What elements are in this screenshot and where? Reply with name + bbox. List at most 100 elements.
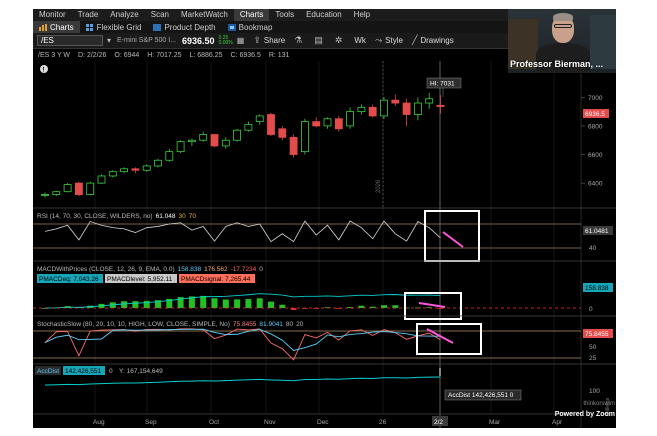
macd-histogram-bar xyxy=(392,305,399,308)
candle-body xyxy=(97,175,106,184)
tab-bookmap[interactable]: Bookmap xyxy=(222,21,279,33)
watermark: thinkorswim Powered by Zoom xyxy=(545,401,615,421)
symbol-dropdown-icon[interactable]: ▾ xyxy=(107,36,111,45)
symbol-input[interactable]: /ES xyxy=(37,35,103,46)
flask-icon: ⚗ xyxy=(294,35,303,45)
pmacd-eq-label: PMACDeq: 7,043.26 xyxy=(39,276,99,283)
chart-title: /ES 3 Y W xyxy=(38,52,71,59)
candle-body xyxy=(255,115,264,123)
style-label: Style xyxy=(385,36,403,45)
time-label: Nov xyxy=(264,419,276,426)
menu-scan[interactable]: Scan xyxy=(145,9,175,21)
timeframe-button[interactable]: Wk xyxy=(354,36,366,45)
pmacd-level-label: PMACDlevel: 5,952.11 xyxy=(107,276,173,283)
studies-button[interactable]: ⚗ xyxy=(294,35,305,46)
candle-body xyxy=(380,99,388,117)
bar-range: R: 131 xyxy=(268,52,290,59)
settings-button[interactable]: ✲ xyxy=(335,35,346,46)
menu-monitor[interactable]: Monitor xyxy=(33,9,72,21)
change-percent: 0.00% xyxy=(218,39,233,46)
price-change: 0.25 0.00% xyxy=(218,35,233,46)
candle-body xyxy=(300,121,309,153)
macd-annotation-stroke xyxy=(418,302,446,308)
macd-histogram-bar xyxy=(256,298,263,308)
trading-app-window: Monitor Trade Analyze Scan MarketWatch Charts… xyxy=(33,9,616,428)
macd-histogram-bar xyxy=(268,301,274,308)
macd-tick: 0 xyxy=(589,306,593,313)
bar-close: C: 6936.5 xyxy=(230,52,261,59)
menu-help[interactable]: Help xyxy=(348,9,376,21)
layout-button[interactable]: ▤ xyxy=(314,35,326,46)
bar-high: H: 7017.25 xyxy=(147,52,182,59)
tab-charts[interactable]: Charts xyxy=(33,21,80,33)
rsi-header: RSI (14, 70, 30, CLOSE, WILDERS, no) 61.0… xyxy=(37,213,196,220)
webcam-overlay: Professor Bierman, ... xyxy=(508,9,616,73)
stoch-d-line xyxy=(44,328,441,351)
macd-histogram-bar xyxy=(381,305,387,308)
macd-panel[interactable]: MACDWithPrices (CLOSE, 12, 26, 9, EMA, 0… xyxy=(33,266,616,320)
menu-charts[interactable]: Charts xyxy=(233,9,270,21)
menu-marketwatch[interactable]: MarketWatch xyxy=(175,9,234,21)
tab-label: Charts xyxy=(50,22,74,32)
candle-body xyxy=(267,114,275,135)
stoch-tick-50: 50 xyxy=(589,344,597,351)
year-marker: 2026 xyxy=(376,179,382,193)
macd-header: MACDWithPrices (CLOSE, 12, 26, 9, EMA, 0… xyxy=(37,266,263,273)
macd-histogram-bar xyxy=(200,295,207,308)
macd-histogram-bar xyxy=(222,299,229,308)
chart-area[interactable]: 2026 ! HI: 7031 72007000680066006400 693… xyxy=(33,61,616,428)
candle-body xyxy=(413,102,422,115)
candle-body xyxy=(233,129,242,141)
tab-label: Flexible Grid xyxy=(96,22,142,32)
candle-body xyxy=(278,128,287,138)
macd-value: 158.838 xyxy=(178,266,202,273)
last-price: 6936.50 xyxy=(182,35,215,46)
powered-by-zoom: Powered by Zoom xyxy=(554,411,615,418)
stoch-value-tag-text: 75.8455 xyxy=(585,331,609,338)
menu-education[interactable]: Education xyxy=(300,9,348,21)
share-button[interactable]: ⇪ Share xyxy=(253,35,285,46)
price-tick-label: 6400 xyxy=(588,181,603,188)
depth-icon xyxy=(153,23,162,31)
accdist-value: 142,426,551 xyxy=(65,368,102,375)
rsi-tick: 40 xyxy=(589,245,597,252)
macd-histogram-bar xyxy=(234,299,241,308)
gear-icon: ✲ xyxy=(334,35,343,45)
presenter-glasses xyxy=(554,24,572,28)
candle-body xyxy=(41,194,49,196)
level2-icon[interactable]: ▦ xyxy=(237,36,245,45)
tab-flexible-grid[interactable]: Flexible Grid xyxy=(80,21,148,33)
candle-body xyxy=(425,98,434,104)
drawings-button[interactable]: ╱ Drawings xyxy=(412,35,454,46)
accdist-tick: 100 xyxy=(589,388,600,395)
macd-value-tag-text: 158.838 xyxy=(585,285,609,292)
candle-body xyxy=(334,118,343,130)
timeframe-label: Wk xyxy=(354,36,366,45)
bookmap-icon xyxy=(227,23,236,31)
time-label: Mar xyxy=(489,419,501,426)
candle-body xyxy=(120,168,128,173)
macd-histogram-bar xyxy=(143,300,150,308)
candle-body xyxy=(131,168,140,171)
style-button[interactable]: ⤳ Style xyxy=(375,35,403,46)
rsi-panel[interactable]: RSI (14, 70, 30, CLOSE, WILDERS, no) 61.0… xyxy=(33,210,616,262)
stochastic-panel[interactable]: StochasticSlow (80, 20, 10, 10, HIGH, LO… xyxy=(33,321,616,365)
candle-body xyxy=(176,141,185,153)
menu-analyze[interactable]: Analyze xyxy=(104,9,144,21)
tab-product-depth[interactable]: Product Depth xyxy=(147,21,221,33)
stoch-tick-25: 25 xyxy=(589,355,597,362)
rsi-highlight-box xyxy=(424,210,480,262)
macd-header-text: MACDWithPrices (CLOSE, 12, 26, 9, EMA, 0… xyxy=(37,266,175,273)
time-axis: Aug Sep Oct Nov Dec 26 2/2 Mar Apr xyxy=(93,416,563,426)
rsi-annotation-stroke xyxy=(442,231,464,248)
pmacd-signal-label: PMACDsignal: 7,265.44 xyxy=(181,276,251,283)
share-label: Share xyxy=(263,36,286,45)
candle-body xyxy=(187,139,196,143)
time-label: Sep xyxy=(145,419,157,426)
tab-label: Bookmap xyxy=(238,22,273,32)
menu-tools[interactable]: Tools xyxy=(269,9,300,21)
accdist-panel[interactable]: AccDist 142,426,551 0 Y: 167,154,649 Acc… xyxy=(33,366,611,416)
share-icon: ⇪ xyxy=(253,35,261,45)
stoch-k-line xyxy=(44,328,441,361)
menu-trade[interactable]: Trade xyxy=(72,9,105,21)
